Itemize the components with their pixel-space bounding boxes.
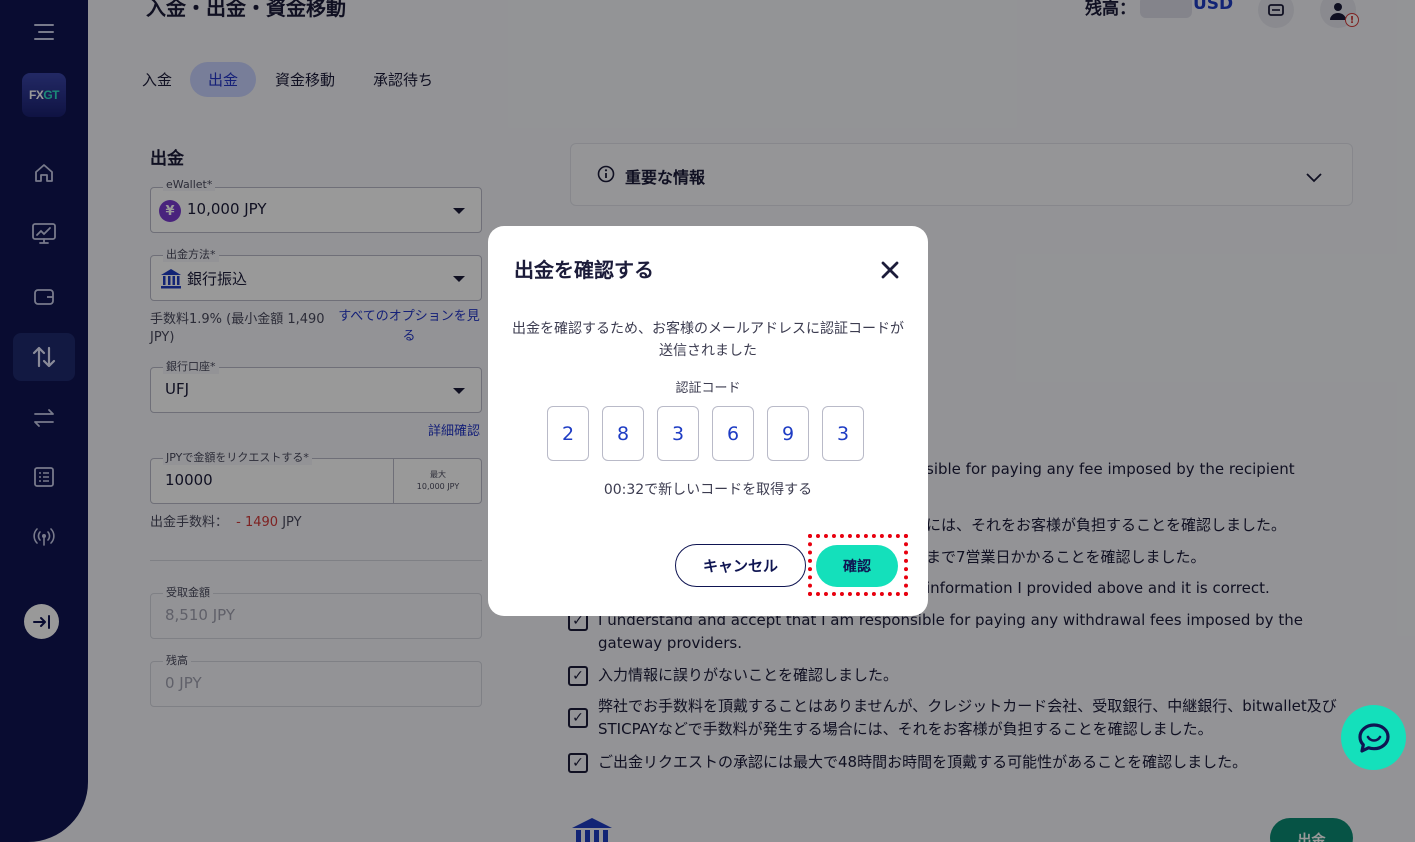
cancel-button[interactable]: キャンセル [675, 544, 806, 587]
close-icon[interactable] [876, 256, 904, 284]
code-digit-input[interactable]: 3 [822, 406, 864, 461]
modal-message: 出金を確認するため、お客様のメールアドレスに認証コードが送信されました [512, 321, 904, 359]
confirm-highlight-marker [808, 534, 908, 596]
code-digit-input[interactable]: 8 [602, 406, 644, 461]
code-digit-input[interactable]: 2 [547, 406, 589, 461]
code-digit-input[interactable]: 3 [657, 406, 699, 461]
code-digit-input[interactable]: 9 [767, 406, 809, 461]
chat-icon[interactable] [1341, 705, 1406, 770]
modal-title: 出金を確認する [514, 258, 654, 282]
code-label: 認証コード [675, 381, 741, 396]
resend-timer: 00:32で新しいコードを取得する [603, 482, 813, 498]
code-digit-input[interactable]: 6 [712, 406, 754, 461]
